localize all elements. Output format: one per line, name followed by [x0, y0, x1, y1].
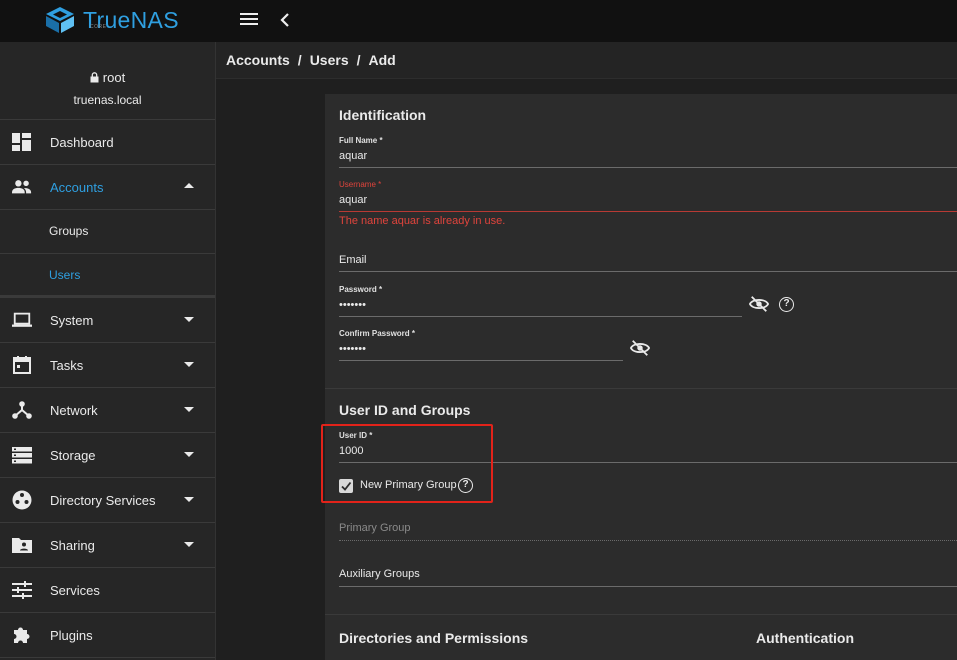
full-name-field[interactable]: Full Name * aquar	[339, 136, 957, 168]
folder-share-icon	[12, 538, 32, 553]
email-field[interactable]	[339, 271, 957, 272]
sidebar-subitem-groups[interactable]: Groups	[0, 210, 215, 254]
storage-icon	[12, 447, 32, 464]
auxiliary-groups-label[interactable]: Auxiliary Groups	[339, 568, 420, 580]
sidebar-subitem-label: Users	[49, 268, 81, 282]
sidebar-item-sharing[interactable]: Sharing	[0, 523, 215, 568]
user-id-field[interactable]: User ID * 1000	[339, 431, 957, 463]
lock-icon	[90, 72, 99, 83]
breadcrumb-accounts[interactable]: Accounts	[226, 52, 290, 68]
sidebar-item-label: Tasks	[50, 357, 84, 373]
password-field[interactable]: Password * •••••••	[339, 285, 742, 317]
chevron-down-icon	[184, 452, 194, 457]
directories-permissions-title: Directories and Permissions	[339, 630, 529, 646]
sidebar-item-storage[interactable]: Storage	[0, 433, 215, 478]
truenas-logo-icon	[46, 7, 74, 33]
auxiliary-groups-select[interactable]	[339, 586, 957, 587]
user-info: root truenas.local	[0, 42, 215, 120]
sliders-icon	[12, 581, 32, 599]
host-name: truenas.local	[73, 93, 142, 107]
sidebar-item-label: Sharing	[50, 537, 95, 553]
email-label[interactable]: Email	[339, 254, 367, 266]
authentication-title: Authentication	[756, 630, 854, 646]
chevron-up-icon	[184, 183, 194, 188]
new-primary-group-checkbox[interactable]	[339, 479, 353, 493]
sidebar-subitem-users[interactable]: Users	[0, 254, 215, 298]
new-primary-group-label[interactable]: New Primary Group	[360, 479, 457, 491]
username-error: The name aquar is already in use.	[339, 215, 506, 227]
sidebar-item-label: Dashboard	[50, 134, 114, 150]
user-name: root	[102, 70, 126, 85]
sidebar-item-network[interactable]: Network	[0, 388, 215, 433]
truenas-logo[interactable]: TrueNAS	[44, 6, 179, 34]
sidebar-item-label: Storage	[50, 447, 96, 463]
add-user-form: Identification Full Name * aquar Usernam…	[325, 94, 957, 660]
primary-group-label[interactable]: Primary Group	[339, 522, 411, 534]
sidebar-item-directory-services[interactable]: Directory Services	[0, 478, 215, 523]
full-name-label: Full Name *	[339, 136, 383, 145]
username-label: Username *	[339, 180, 382, 189]
sidebar-item-label: Plugins	[50, 627, 93, 643]
user-id-groups-title: User ID and Groups	[339, 402, 471, 418]
identification-title: Identification	[339, 107, 427, 123]
confirm-password-value[interactable]: •••••••	[339, 343, 623, 355]
user-id-value[interactable]: 1000	[339, 445, 957, 457]
confirm-password-label: Confirm Password *	[339, 329, 416, 338]
sidebar-item-label: Services	[50, 582, 100, 598]
chevron-down-icon	[184, 497, 194, 502]
section-divider	[325, 614, 957, 615]
sidebar-item-label: System	[50, 312, 94, 328]
breadcrumb: Accounts / Users / Add	[216, 42, 957, 79]
breadcrumb-separator: /	[356, 52, 361, 68]
help-icon[interactable]: ?	[458, 478, 473, 493]
username-value[interactable]: aquar	[339, 194, 957, 206]
sidebar-item-services[interactable]: Services	[0, 568, 215, 613]
calendar-icon	[13, 356, 31, 374]
network-icon	[12, 401, 32, 419]
top-bar: TrueNAS CORE	[0, 0, 957, 42]
hamburger-menu-icon[interactable]	[240, 13, 258, 27]
user-id-label: User ID *	[339, 431, 373, 440]
help-icon[interactable]: ?	[779, 297, 794, 312]
password-value[interactable]: •••••••	[339, 299, 742, 311]
sidebar-item-dashboard[interactable]: Dashboard	[0, 120, 215, 165]
section-divider	[325, 388, 957, 389]
checkmark-icon	[341, 481, 352, 491]
confirm-password-field[interactable]: Confirm Password * •••••••	[339, 329, 623, 361]
brand-edition: CORE	[90, 24, 107, 30]
sidebar-item-label: Accounts	[50, 179, 104, 195]
sidebar-item-label: Network	[50, 402, 98, 418]
breadcrumb-separator: /	[297, 52, 302, 68]
chevron-down-icon	[184, 362, 194, 367]
chevron-down-icon	[184, 317, 194, 322]
laptop-icon	[12, 312, 32, 327]
sidebar-item-label: Directory Services	[50, 492, 156, 508]
primary-group-select[interactable]	[339, 540, 957, 541]
chevron-down-icon	[184, 542, 194, 547]
breadcrumb-add: Add	[368, 52, 396, 68]
chevron-left-icon[interactable]	[278, 10, 292, 30]
people-icon	[12, 180, 32, 194]
directory-icon	[12, 490, 32, 510]
eye-off-icon[interactable]	[630, 339, 650, 357]
sidebar-item-accounts[interactable]: Accounts	[0, 165, 215, 210]
chevron-down-icon	[184, 407, 194, 412]
sidebar: root truenas.local Dashboard Accounts Gr…	[0, 42, 216, 660]
sidebar-item-system[interactable]: System	[0, 298, 215, 343]
eye-off-icon[interactable]	[749, 295, 769, 313]
breadcrumb-users[interactable]: Users	[310, 52, 349, 68]
username-field[interactable]: Username * aquar	[339, 180, 957, 212]
puzzle-icon	[14, 627, 30, 643]
full-name-value[interactable]: aquar	[339, 150, 957, 162]
password-label: Password *	[339, 285, 383, 294]
sidebar-subitem-label: Groups	[49, 224, 89, 238]
dashboard-icon	[12, 133, 31, 151]
sidebar-item-tasks[interactable]: Tasks	[0, 343, 215, 388]
sidebar-item-plugins[interactable]: Plugins	[0, 613, 215, 658]
